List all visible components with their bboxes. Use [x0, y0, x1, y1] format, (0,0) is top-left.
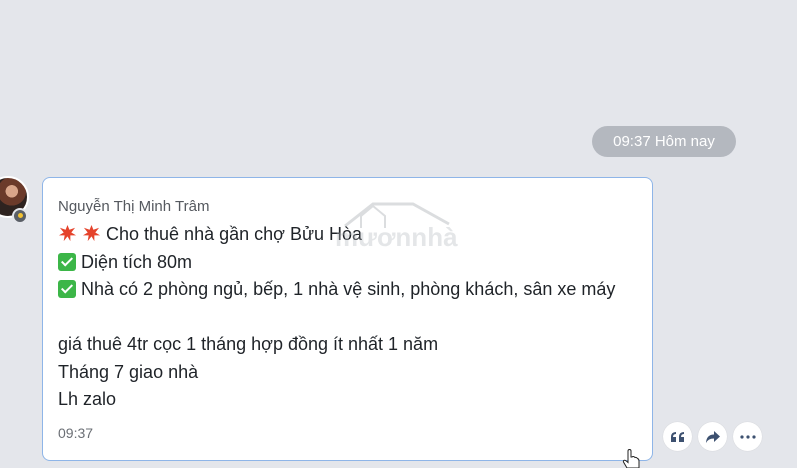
check-mark-icon — [58, 252, 76, 271]
hand-cursor-icon — [622, 449, 640, 468]
more-icon — [739, 434, 756, 439]
message-line: Lh zalo — [58, 389, 117, 409]
forward-button[interactable] — [698, 422, 727, 451]
message-bubble[interactable]: mươnnhà Nguyễn Thị Minh Trâm Cho thuê nh… — [42, 177, 653, 461]
more-button[interactable] — [733, 422, 762, 451]
message-text: Nhà có 2 phòng ngủ, bếp, 1 nhà vệ sinh, … — [81, 279, 616, 299]
message-text: Diện tích 80m — [81, 251, 193, 272]
quote-icon — [670, 431, 684, 442]
sender-name: Nguyễn Thị Minh Trâm — [58, 198, 210, 215]
message-time: 09:37 — [58, 424, 94, 441]
message-line: Nhà có 2 phòng ngủ, bếp, 1 nhà vệ sinh, … — [58, 276, 652, 304]
message-line: Tháng 7 giao nhà — [58, 361, 199, 382]
message-text: Cho thuê nhà gần chợ Bửu Hòa — [106, 224, 363, 244]
message-line: Diện tích 80m — [58, 249, 652, 277]
date-divider: 09:37 Hôm nay — [592, 126, 736, 157]
check-mark-icon — [58, 280, 76, 298]
message-line: Cho thuê nhà gần chợ Bửu Hòa — [58, 221, 652, 249]
message-line: giá thuê 4tr cọc 1 tháng hợp đồng ít nhấ… — [58, 334, 439, 354]
key-badge-icon — [12, 208, 28, 224]
forward-icon — [705, 430, 720, 443]
quote-button[interactable] — [663, 422, 692, 451]
anger-icon — [58, 224, 77, 242]
anger-icon — [82, 224, 101, 242]
